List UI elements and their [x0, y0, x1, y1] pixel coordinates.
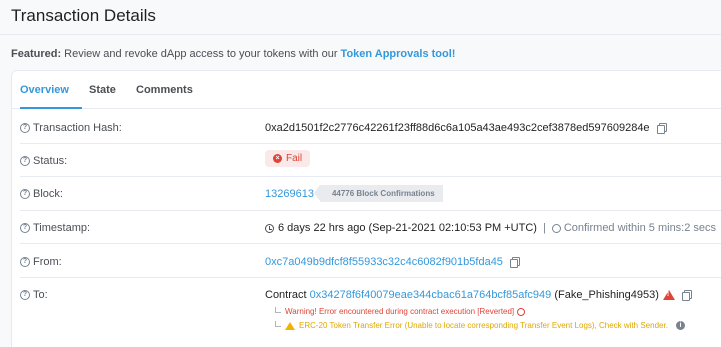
header-divider [0, 34, 721, 35]
info-icon[interactable]: i [675, 321, 685, 330]
tree-connector-icon [275, 320, 281, 327]
times-circle-icon: × [273, 154, 282, 163]
help-icon[interactable]: ? [20, 156, 30, 166]
featured-text: Review and revoke dApp access to your to… [61, 48, 341, 60]
sad-face-icon [517, 307, 526, 316]
warning-icon [285, 321, 295, 330]
row-divider [20, 210, 721, 211]
to-label: ? To: [20, 289, 48, 301]
help-icon[interactable]: ? [20, 123, 30, 133]
tab-overview[interactable]: Overview [20, 84, 69, 96]
erc20-error-text: ERC-20 Token Transfer Error (Unable to l… [299, 321, 668, 330]
erc20-error-line: ERC-20 Token Transfer Error (Unable to l… [275, 320, 685, 330]
help-icon[interactable]: ? [20, 257, 30, 267]
help-icon[interactable]: ? [20, 189, 30, 199]
confirmed-within-text: Confirmed within 5 mins:2 secs [563, 222, 717, 234]
token-approvals-link[interactable]: Token Approvals tool! [341, 48, 456, 60]
execution-error-text: Warning! Error encountered during contra… [285, 307, 515, 316]
contract-prefix: Contract [265, 289, 307, 301]
timestamp-value: 6 days 22 hrs ago (Sep-21-2021 02:10:53 … [265, 222, 716, 234]
tab-comments[interactable]: Comments [136, 84, 193, 96]
from-value: 0xc7a049b9dfcf8f55933c32c4c6082f901b5fda… [265, 256, 520, 268]
from-address-link[interactable]: 0xc7a049b9dfcf8f55933c32c4c6082f901b5fda… [265, 256, 503, 268]
row-divider [20, 277, 721, 278]
tab-state[interactable]: State [89, 84, 116, 96]
tree-connector-icon [275, 306, 281, 313]
status-badge: × Fail [265, 150, 311, 167]
block-number-link[interactable]: 13269613 [265, 188, 314, 200]
block-value: 13269613 44776 Block Confirmations [265, 185, 443, 202]
block-label: ? Block: [20, 188, 63, 200]
timer-icon [551, 223, 561, 233]
help-icon[interactable]: ? [20, 223, 30, 233]
to-value: Contract 0x34278f6f40079eae344cbac61a764… [265, 289, 692, 301]
execution-error-line: Warning! Error encountered during contra… [275, 306, 526, 316]
status-label: ? Status: [20, 155, 67, 167]
featured-prefix: Featured: [11, 48, 62, 60]
featured-banner: Featured: Review and revoke dApp access … [11, 48, 455, 60]
status-value: × Fail [265, 150, 311, 167]
active-tab-indicator [20, 107, 82, 109]
copy-icon[interactable] [681, 290, 692, 301]
transaction-hash-text: 0xa2d1501f2c2776c42261f23ff88d6c6a105a43… [265, 122, 650, 134]
from-label: ? From: [20, 256, 62, 268]
divider: | [542, 222, 546, 234]
transaction-hash-label: ? Transaction Hash: [20, 122, 122, 134]
row-divider [20, 243, 721, 244]
row-divider [20, 143, 721, 144]
warning-icon: ! [662, 290, 675, 300]
timestamp-label: ? Timestamp: [20, 222, 90, 234]
row-divider [20, 176, 721, 177]
to-contract-link[interactable]: 0x34278f6f40079eae344cbac61a764bcf85afc9… [310, 289, 552, 301]
status-text: Fail [286, 153, 303, 164]
contract-name-tag: (Fake_Phishing4953) [554, 289, 659, 301]
transaction-hash-value: 0xa2d1501f2c2776c42261f23ff88d6c6a105a43… [265, 122, 667, 134]
copy-icon[interactable] [509, 257, 520, 268]
transaction-card: Overview State Comments ? Transaction Has… [11, 70, 721, 347]
tab-bar: Overview State Comments [12, 71, 721, 109]
page-title: Transaction Details [11, 6, 156, 25]
clock-icon [265, 223, 274, 233]
timestamp-text: 6 days 22 hrs ago (Sep-21-2021 02:10:53 … [278, 222, 537, 234]
block-confirmations-badge: 44776 Block Confirmations [313, 185, 443, 202]
copy-icon[interactable] [656, 123, 667, 134]
help-icon[interactable]: ? [20, 290, 30, 300]
